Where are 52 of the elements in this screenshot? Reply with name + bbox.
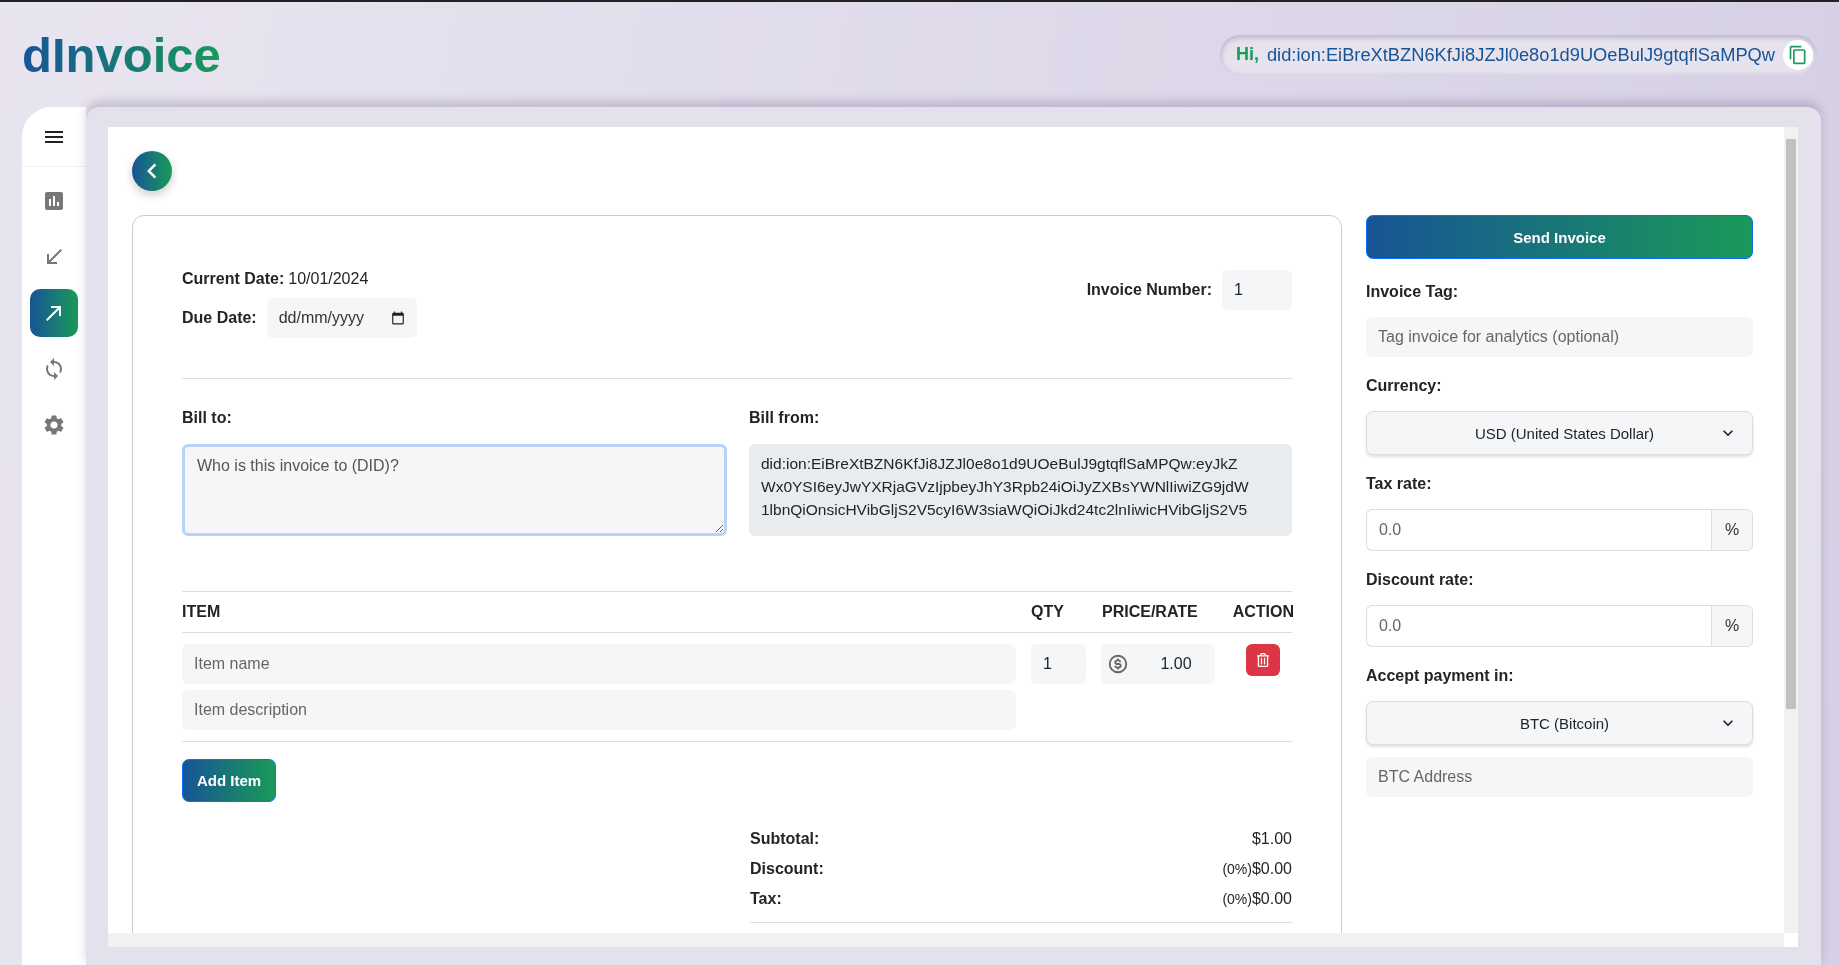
select-dropdown[interactable]: USD (United States Dollar)	[1366, 411, 1753, 455]
calendar-icon	[390, 311, 405, 325]
delete-button[interactable]	[1246, 644, 1280, 676]
column-header: QTY	[1031, 603, 1065, 621]
trash-icon	[1256, 653, 1270, 667]
price-input[interactable]: 1.00	[1101, 644, 1215, 684]
text-input[interactable]: BTC Address	[1366, 757, 1753, 797]
total-label: Discount:	[750, 860, 824, 878]
settings-icon	[42, 413, 66, 437]
sidebar-nav-button[interactable]	[30, 289, 78, 337]
date-input[interactable]: dd/mm/yyyy	[266, 298, 417, 338]
total-label: Tax:	[750, 890, 782, 908]
dollar-coin-icon	[1107, 653, 1129, 675]
field-label: Accept payment in:	[1366, 667, 1515, 685]
field-label: Tax rate:	[1366, 475, 1433, 493]
column-header: ITEM	[182, 603, 222, 621]
field-label: Currency:	[1366, 377, 1443, 395]
bill-to-label: Bill to:	[182, 409, 233, 427]
percent-suffix: %	[1711, 605, 1753, 647]
item-name-input[interactable]: Item name	[182, 644, 1016, 684]
total-value: $1.00	[1251, 830, 1292, 848]
bill-from-label: Bill from:	[749, 409, 821, 427]
column-header: PRICE/RATE	[1102, 603, 1199, 621]
invoice-number-input[interactable]: 1	[1222, 270, 1292, 310]
due-date-label: Due Date:	[182, 309, 257, 327]
current-date-text: Current Date: 10/01/2024	[182, 270, 369, 288]
text-input[interactable]: Tag invoice for analytics (optional)	[1366, 317, 1753, 357]
select-dropdown[interactable]: BTC (Bitcoin)	[1366, 701, 1753, 745]
invoice-number-label: Invoice Number:	[1086, 281, 1212, 299]
total-label: Subtotal:	[750, 830, 820, 848]
item-description-input[interactable]: Item description	[182, 690, 1016, 730]
copy-icon	[1788, 44, 1808, 65]
bill-from-textarea[interactable]: did:ion:EiBreXtBZN6KfJi8JZJl0e8o1d9UOeBulJ9gtqflSaMPQw:eyJkZ Wx0YSI6eyJwYXRjaGVzIjpbeyJhY3Rpb24iOiJyZXBsYWNlIiwiZG9jdW 1lbnQiOnsicHVibGljS2V5cyI6W3siaWQiOiJkd24tc2lnIiwicHVibGljS2V5	[749, 444, 1292, 536]
total-value: (0%)$0.00	[1222, 890, 1292, 908]
field-label: Discount rate:	[1366, 571, 1475, 589]
percent-input[interactable]: 0.0	[1366, 509, 1711, 551]
bill-to-textarea[interactable]: Who is this invoice to (DID)?	[182, 444, 727, 536]
total-value: (0%)$0.00	[1222, 860, 1292, 878]
vertical-scrollbar[interactable]	[1784, 127, 1798, 933]
field-label: Invoice Tag:	[1366, 283, 1460, 301]
copy-button[interactable]	[1783, 39, 1813, 70]
add-item-button[interactable]: Add Item	[182, 759, 277, 802]
back-button[interactable]	[132, 151, 172, 191]
horizontal-scrollbar[interactable]	[108, 933, 1784, 947]
greeting-text: Hi,	[1235, 44, 1259, 65]
percent-suffix: %	[1711, 509, 1753, 551]
bar-chart-icon	[42, 189, 66, 213]
percent-input[interactable]: 0.0	[1366, 605, 1711, 647]
quantity-input[interactable]: 1	[1031, 644, 1086, 684]
send-invoice-button[interactable]: Send Invoice	[1366, 215, 1753, 259]
user-did: did:ion:EiBreXtBZN6KfJi8JZJl0e8o1d9UOeBulJ9gtqflSaMPQw	[1266, 43, 1775, 66]
column-header: ACTION	[1231, 603, 1294, 621]
